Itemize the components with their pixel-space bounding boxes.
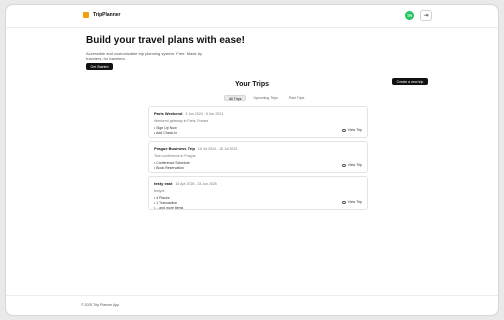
- tab-past-trips[interactable]: Past Trips: [285, 95, 309, 101]
- trip-items: • Conference Schedule • Book Reservation: [154, 161, 362, 170]
- trip-dates: 16 Apr 2025 - 23 Jun 2025: [175, 182, 217, 186]
- trip-title: testy east: [154, 181, 173, 186]
- eye-icon: [341, 200, 346, 204]
- list-item: • 1 Transaction: [154, 201, 178, 205]
- eye-icon: [341, 128, 346, 132]
- view-trip-button[interactable]: View Trip: [341, 200, 362, 204]
- app-window: TripPlanner TR ⇥ Build your travel plans…: [5, 4, 499, 316]
- list-item: • ...and more items: [154, 206, 184, 210]
- trip-description: testy/a: [154, 189, 165, 193]
- trip-card[interactable]: testy east 16 Apr 2025 - 23 Jun 2025 test…: [148, 176, 368, 210]
- trip-title: Paris Weekend: [154, 111, 183, 116]
- list-item: • Sign Up Now: [154, 126, 177, 130]
- top-navigation-bar: TripPlanner TR ⇥: [6, 5, 498, 28]
- list-item: • 4 Places: [154, 196, 170, 200]
- tab-upcoming-trips[interactable]: Upcoming Trips: [249, 95, 281, 101]
- trip-filter-tabs: All Trips Upcoming Trips Past Trips: [224, 95, 308, 101]
- logout-button[interactable]: ⇥: [420, 10, 432, 21]
- hero-section: Build your travel plans with ease! Acces…: [86, 35, 286, 61]
- trip-card[interactable]: Paris Weekend 3 Jun 2024 - 5 Jun 2024 Wee…: [148, 106, 368, 138]
- list-item: • Conference Schedule: [154, 161, 190, 165]
- tab-all-trips[interactable]: All Trips: [224, 95, 247, 101]
- hero-title: Build your travel plans with ease!: [86, 35, 245, 46]
- app-name: TripPlanner: [93, 12, 121, 18]
- app-logo-icon: [83, 12, 89, 18]
- avatar[interactable]: TR: [405, 11, 414, 20]
- get-started-button[interactable]: Get Started: [86, 63, 113, 70]
- brand[interactable]: TripPlanner: [83, 12, 121, 18]
- trip-dates: 15 Jul 2024 - 18 Jul 2024: [197, 147, 238, 151]
- eye-icon: [341, 163, 346, 167]
- trip-dates: 3 Jun 2024 - 5 Jun 2024: [185, 112, 224, 116]
- logout-icon: ⇥: [423, 13, 429, 19]
- footer-copyright: © 2025 Trip Planner App: [81, 303, 120, 307]
- view-trip-button[interactable]: View Trip: [341, 128, 362, 132]
- create-trip-button[interactable]: Create a new trip: [392, 78, 428, 85]
- view-trip-button[interactable]: View Trip: [341, 163, 362, 167]
- trip-title: Prague Business Trip: [154, 146, 195, 151]
- list-item: • Book Reservation: [154, 166, 184, 170]
- trip-items: • Sign Up Now • Add Check-In: [154, 126, 362, 135]
- list-item: • Add Check-In: [154, 131, 178, 135]
- trip-description: Weekend getaway in Paris, France: [154, 119, 209, 123]
- trip-description: Tech conference in Prague: [154, 154, 196, 158]
- trip-card[interactable]: Prague Business Trip 15 Jul 2024 - 18 Jul…: [148, 141, 368, 173]
- hero-subtitle: Accessible and customizable trip plannin…: [86, 51, 203, 61]
- footer: © 2025 Trip Planner App: [6, 295, 498, 315]
- trip-items: • 4 Places • 1 Transaction • ...and more…: [154, 196, 362, 210]
